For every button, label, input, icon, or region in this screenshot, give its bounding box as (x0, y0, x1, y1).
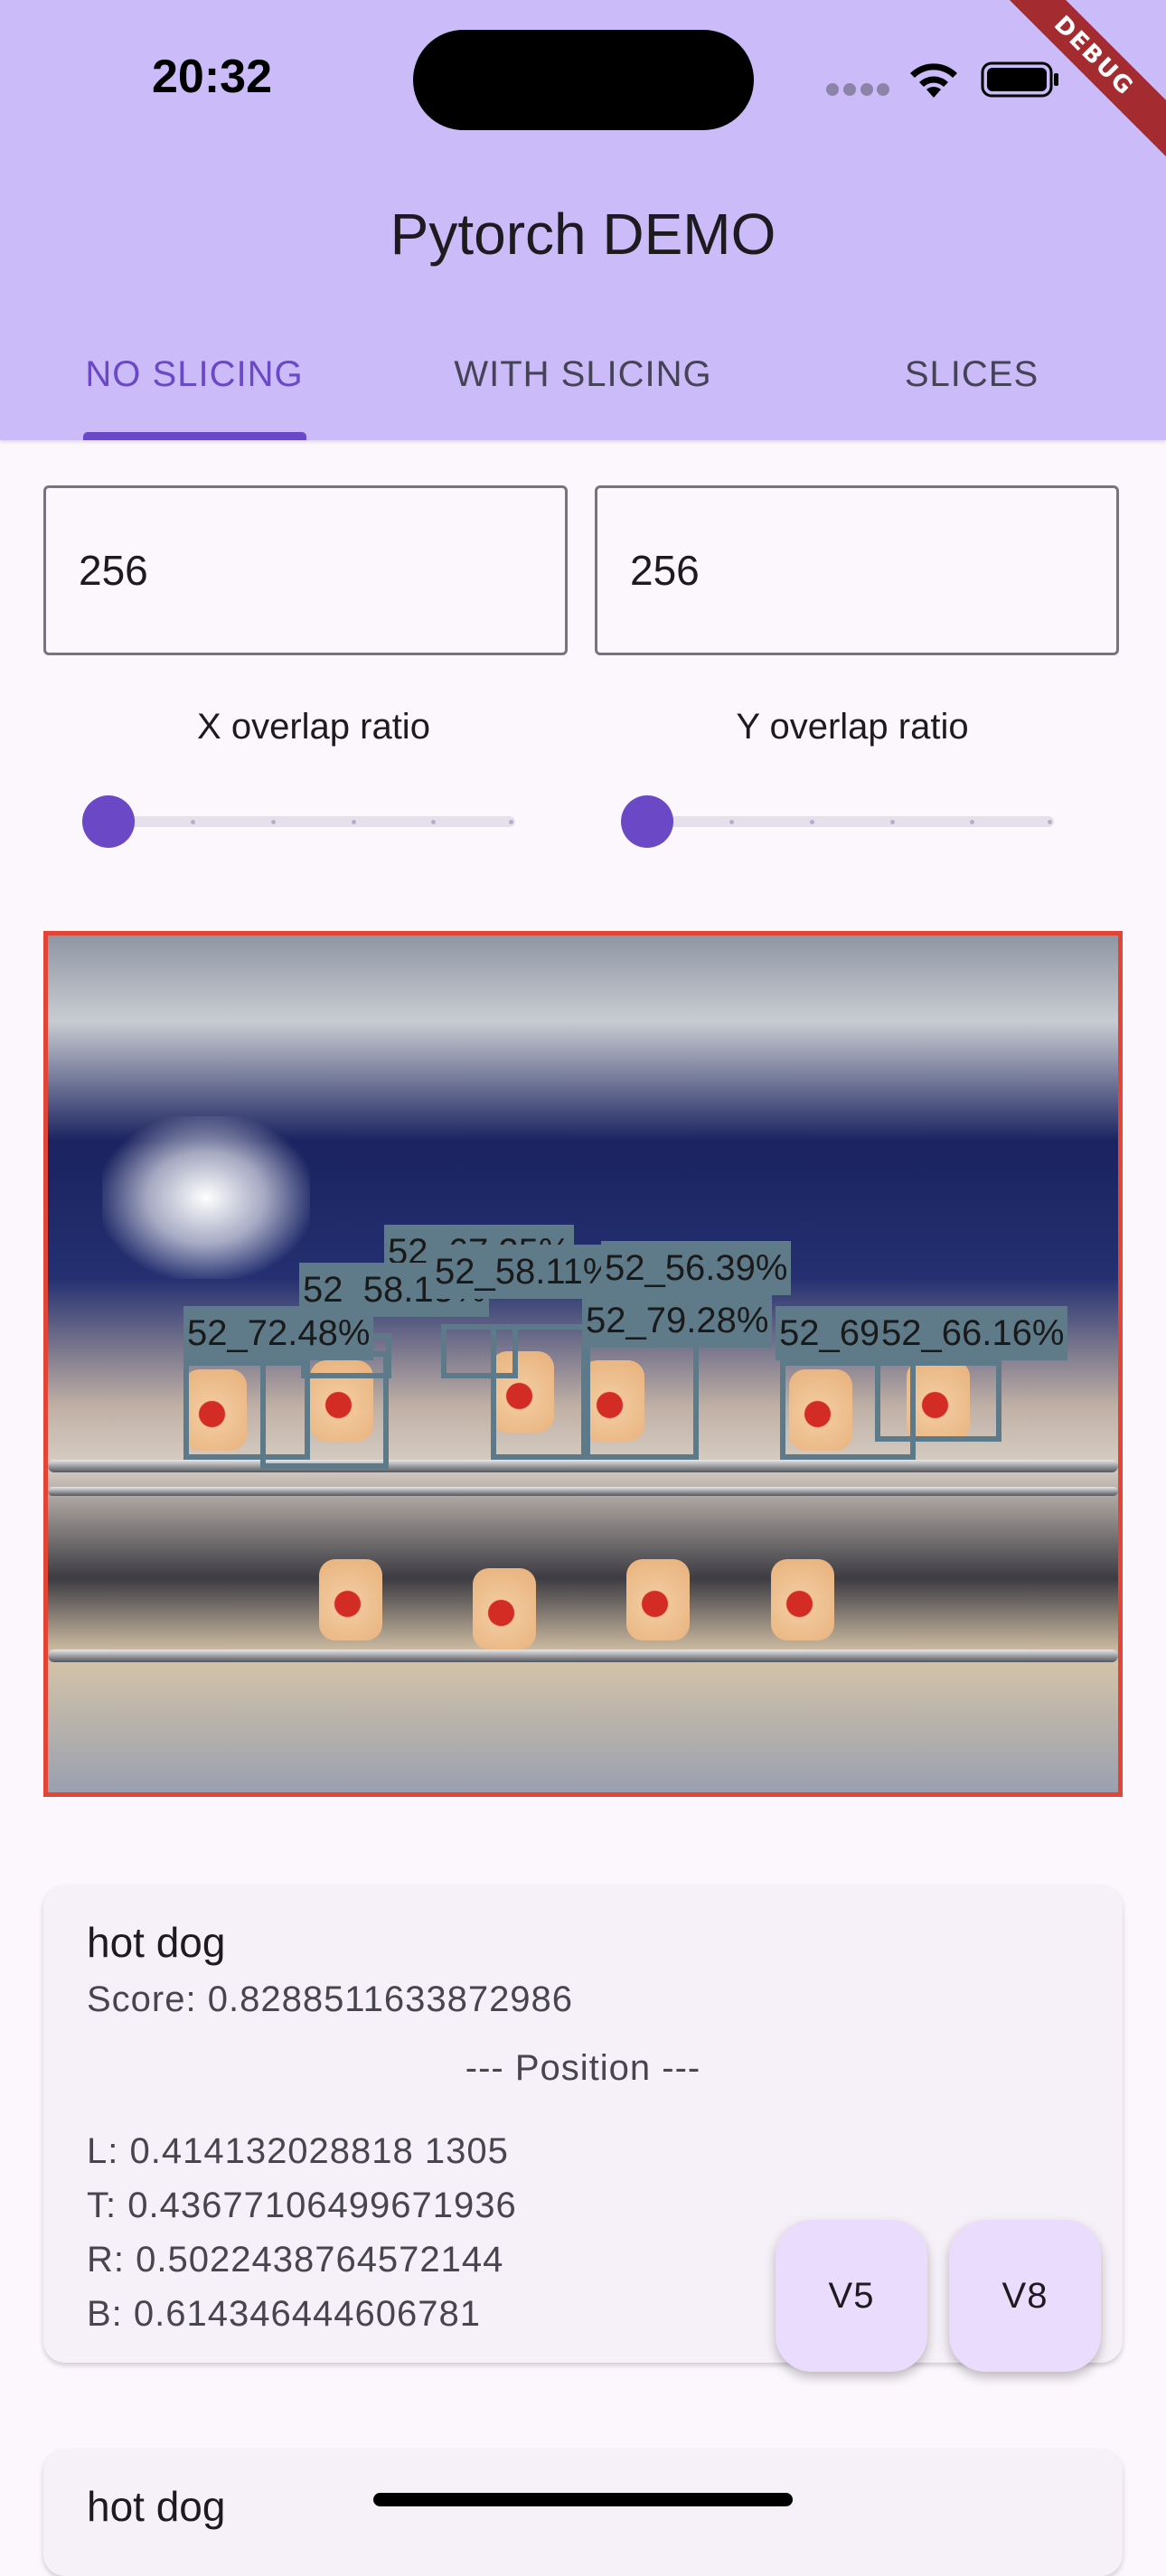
status-time: 20:32 (152, 51, 272, 103)
x-overlap-label: X overlap ratio (197, 707, 430, 747)
food-roll (626, 1559, 690, 1641)
result-score: Score: 0.8288511633872986 (87, 1979, 574, 2019)
home-indicator[interactable] (373, 2493, 793, 2506)
detection-box (581, 1342, 699, 1460)
food-roll (771, 1559, 834, 1641)
position-top: T: 0.43677106499671936 (87, 2186, 517, 2225)
tab-bar: NO SLICING WITH SLICING SLICES (0, 336, 1166, 440)
x-overlap-slider[interactable] (87, 816, 515, 827)
tab-slices[interactable]: SLICES (777, 336, 1166, 440)
food-roll (319, 1559, 382, 1641)
x-overlap-slider-thumb[interactable] (82, 795, 135, 848)
result-name: hot dog (87, 2483, 226, 2530)
food-roll (473, 1568, 536, 1650)
position-header: --- Position --- (465, 2048, 701, 2088)
oven-rack (48, 1650, 1118, 1662)
dynamic-island (413, 30, 754, 130)
detection-label: 52_72.48% (183, 1306, 374, 1360)
tab-indicator (83, 432, 306, 440)
detection-label: 52_66.16% (878, 1306, 1068, 1360)
cellular-signal-icon (826, 83, 889, 96)
position-right: R: 0.5022438764572144 (87, 2240, 504, 2280)
detection-box (491, 1324, 590, 1460)
position-left: L: 0.414132028818 1305 (87, 2131, 509, 2171)
result-name: hot dog (87, 1919, 226, 1966)
slice-height-field[interactable]: 256 (595, 485, 1119, 655)
battery-icon (981, 61, 1058, 98)
tab-with-slicing[interactable]: WITH SLICING (389, 336, 777, 440)
y-overlap-slider[interactable] (625, 816, 1054, 827)
detection-label: 52_58.11% (431, 1245, 619, 1299)
detection-label: 52_79.28% (582, 1293, 773, 1348)
detection-box (875, 1360, 1001, 1442)
y-overlap-label: Y overlap ratio (736, 707, 969, 747)
oven-light (102, 1116, 310, 1279)
v8-button[interactable]: V8 (949, 2220, 1101, 2372)
position-bottom: B: 0.614346444606781 (87, 2294, 481, 2334)
wifi-icon (910, 63, 957, 98)
detection-image: 52_67.25% 52_58.15% 52_58.11% 52_56.39% … (43, 931, 1123, 1797)
v5-button[interactable]: V5 (776, 2220, 927, 2372)
oven-rack (48, 1487, 1118, 1496)
result-card: hot dog (43, 2449, 1123, 2576)
oven-rack (48, 1460, 1118, 1472)
y-overlap-slider-thumb[interactable] (621, 795, 673, 848)
slice-width-field[interactable]: 256 (43, 485, 568, 655)
app-bar: 20:32 DEBUG Pytorch DEMO NO SLICING WITH… (0, 0, 1166, 440)
tab-no-slicing[interactable]: NO SLICING (0, 336, 389, 440)
page-title: Pytorch DEMO (390, 202, 776, 267)
detection-label: 52_56.39% (601, 1241, 792, 1295)
